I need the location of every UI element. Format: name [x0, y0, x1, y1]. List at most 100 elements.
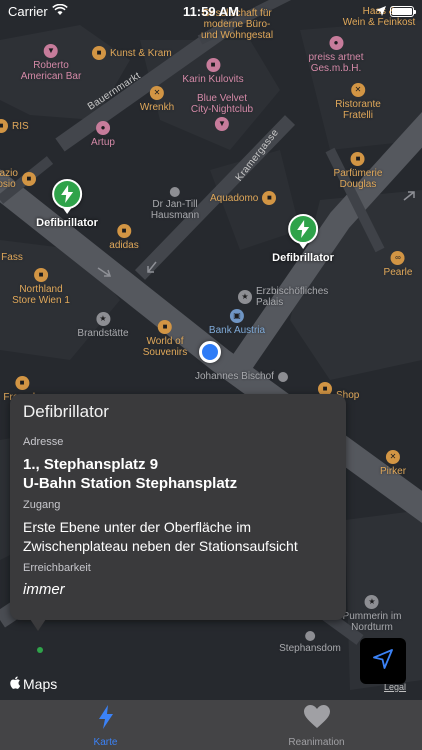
defibrillator-pin[interactable]: Defibrillator [272, 214, 334, 264]
bag-icon: ■ [21, 172, 36, 186]
tab-label: Karte [93, 737, 118, 748]
poi-pirker[interactable]: ✕ Pirker [380, 450, 406, 477]
access-label: Zugang [23, 499, 61, 511]
poi-blue-velvet[interactable]: Blue Velvet City-Nightclub ▼ [191, 93, 253, 131]
tab-reanimation[interactable]: Reanimation [211, 700, 422, 750]
pin-label: Defibrillator [36, 217, 98, 229]
poi-label: Erzbischöfliches Palais [256, 286, 329, 308]
poi-erzbischofliches-palais[interactable]: ★ Erzbischöfliches Palais [238, 286, 328, 308]
heart-icon [303, 705, 330, 734]
carrier-label: Carrier [8, 3, 48, 19]
callout-title: Defibrillator [23, 402, 109, 421]
poi-stephansdom[interactable]: Stephansdom [279, 631, 341, 654]
poi-label: Blue Velvet City-Nightclub [190, 93, 254, 115]
poi-label: Artup [91, 137, 115, 148]
bag-icon: ■ [0, 119, 8, 133]
poi-label: Aquadomo [210, 192, 259, 204]
poi-label: Kunst & Kram [110, 47, 172, 59]
dot-icon [305, 631, 315, 641]
poi-karin-kulovits[interactable]: ■ Karin Kulovits [182, 58, 244, 85]
maps-label: Maps [23, 676, 58, 692]
poi-artup[interactable]: ● Artup [91, 121, 115, 148]
poi-label: preiss artnet Ges.m.b.H. [308, 52, 364, 74]
poi-kunst-kram[interactable]: ■ Kunst & Kram [92, 46, 172, 60]
dot-icon [277, 371, 288, 382]
bag-icon: ■ [158, 320, 172, 334]
dot-icon [169, 187, 180, 197]
wifi-icon [51, 3, 68, 19]
bag-icon: ■ [117, 224, 131, 238]
apple-logo-icon [10, 676, 21, 692]
bag-icon: ■ [262, 191, 277, 205]
tab-label: Reanimation [288, 737, 345, 748]
bolt-icon [287, 214, 318, 244]
poi-dr-hausmann[interactable]: Dr Jan-Till Hausmann [151, 187, 199, 221]
poi-ristorante-fratelli[interactable]: ✕ Ristorante Fratelli [335, 83, 381, 121]
tab-karte[interactable]: Karte [0, 700, 211, 750]
poi-pazio-rosio[interactable]: pazio rosio ■ [0, 168, 36, 190]
poi-bank-austria[interactable]: ▣ Bank Austria [209, 309, 265, 336]
poi-johannes-bischof[interactable]: Johannes Bischof [195, 371, 288, 382]
tab-bar: Karte Reanimation [0, 700, 422, 750]
poi-northland[interactable]: ■ Northland Store Wien 1 [12, 268, 70, 306]
availability-label: Erreichbarkeit [23, 562, 91, 574]
poi-label: RIS [12, 120, 29, 132]
camera-icon: ● [329, 36, 343, 50]
poi-label: Pirker [379, 466, 407, 477]
bolt-icon [51, 179, 82, 209]
poi-ris[interactable]: ■ RIS [0, 119, 29, 133]
poi-roberto-bar[interactable]: ▼ Roberto American Bar [20, 44, 82, 82]
address-label: Adresse [23, 436, 64, 448]
pin-label: Defibrillator [272, 252, 334, 264]
poi-label: World of Souvenirs [142, 336, 188, 358]
poi-label: Pummerin im Nordturm [342, 611, 402, 633]
poi-label: Wrenkh [139, 102, 175, 113]
glass-icon: ▼ [215, 117, 229, 131]
bag-icon: ■ [15, 376, 29, 390]
poi-label: pazio rosio [0, 168, 18, 190]
defibrillator-callout[interactable]: Defibrillator Adresse 1., Stephansplatz … [10, 394, 346, 620]
fork-icon: ✕ [150, 86, 164, 100]
poi-brandstatte[interactable]: ★ Brandstätte [77, 312, 129, 339]
glass-icon: ▼ [43, 44, 58, 58]
glasses-icon: ∞ [391, 251, 405, 265]
bag-icon: ■ [92, 46, 106, 60]
bag-icon: ■ [351, 152, 365, 166]
battery-icon [390, 5, 416, 17]
locate-me-button[interactable] [360, 638, 406, 684]
status-bar: Carrier 11:59 AM [0, 0, 422, 22]
poi-label: Johannes Bischof [195, 371, 274, 382]
poi-label: Brandstätte [77, 328, 129, 339]
poi-label: Roberto American Bar [20, 60, 82, 82]
poi-parfumerie-douglas[interactable]: ■ Parfümerie Douglas [334, 152, 382, 190]
fork-icon: ✕ [386, 450, 400, 464]
address-value: 1., Stephansplatz 9 U-Bahn Station Steph… [23, 455, 333, 493]
camera-icon: ● [96, 121, 110, 135]
defibrillator-pin[interactable]: Defibrillator [36, 179, 98, 229]
poi-label: Karin Kulovits [182, 74, 244, 85]
fork-icon: ✕ [350, 83, 365, 97]
poi-label: Fass [1, 252, 23, 263]
poi-label: Dr Jan-Till Hausmann [150, 199, 200, 221]
location-arrow-icon [376, 4, 386, 19]
poi-world-of-souvenirs[interactable]: ■ World of Souvenirs [143, 320, 187, 358]
poi-pummerin[interactable]: ★ Pummerin im Nordturm [342, 595, 402, 633]
location-arrow-icon [372, 648, 394, 675]
maps-attribution: Maps [10, 676, 57, 692]
poi-adidas[interactable]: ■ adidas [109, 224, 139, 251]
poi-fass[interactable]: Fass [1, 240, 23, 263]
poi-label: Northland Store Wien 1 [12, 284, 70, 306]
poi-wrenkh[interactable]: ✕ Wrenkh [140, 86, 174, 113]
address-line: U-Bahn Station Stephansplatz [23, 475, 238, 492]
poi-aquadomo[interactable]: Aquadomo ■ [193, 191, 277, 205]
access-value: Erste Ebene unter der Oberfläche im Zwis… [23, 519, 298, 554]
poi-preiss-artnet[interactable]: ● preiss artnet Ges.m.b.H. [308, 36, 364, 74]
poi-label: Ristorante Fratelli [335, 99, 381, 121]
poi-label: Pearle [383, 267, 413, 278]
star-icon: ★ [96, 312, 110, 326]
star-icon: ★ [365, 595, 379, 609]
poi-label: Stephansdom [279, 643, 341, 654]
poi-pearle[interactable]: ∞ Pearle [383, 251, 413, 278]
bag-icon: ■ [34, 268, 48, 282]
bank-icon: ▣ [230, 309, 244, 323]
